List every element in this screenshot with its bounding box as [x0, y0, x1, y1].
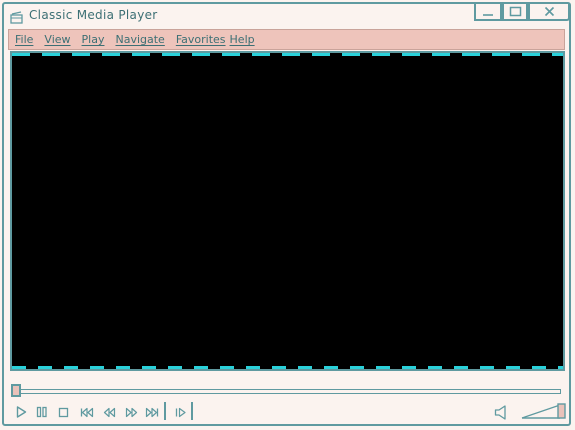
- skip-back-icon: [80, 407, 94, 417]
- speaker-icon: [494, 404, 506, 420]
- play-icon: [16, 406, 26, 418]
- minimize-button[interactable]: [474, 4, 502, 21]
- seek-handle[interactable]: [11, 384, 21, 397]
- volume-handle[interactable]: [557, 403, 566, 419]
- menu-view[interactable]: View: [44, 33, 70, 46]
- media-player-window: Classic Media Player File View Play Navi…: [2, 2, 571, 426]
- rewind-button[interactable]: [101, 405, 117, 419]
- video-area[interactable]: [10, 51, 565, 371]
- mute-button[interactable]: [492, 404, 508, 420]
- pause-button[interactable]: [35, 405, 49, 419]
- menu-help[interactable]: Help: [230, 33, 255, 46]
- volume-slider[interactable]: [520, 402, 566, 420]
- app-icon: [10, 9, 23, 24]
- controls-separator: [191, 402, 193, 420]
- close-icon: [544, 6, 554, 17]
- fast-forward-button[interactable]: [123, 405, 139, 419]
- close-button[interactable]: [528, 4, 570, 21]
- frame-step-button[interactable]: [173, 405, 189, 419]
- maximize-icon: [509, 6, 521, 17]
- seek-bar[interactable]: [14, 389, 561, 394]
- menu-file[interactable]: File: [15, 33, 33, 46]
- play-button[interactable]: [14, 405, 28, 419]
- title-bar[interactable]: Classic Media Player: [4, 4, 570, 28]
- stop-button[interactable]: [56, 405, 70, 419]
- menu-bar: File View Play Navigate Favorites Help: [8, 29, 565, 50]
- pause-icon: [36, 406, 47, 418]
- controls-separator: [164, 402, 166, 420]
- frame-step-icon: [175, 407, 186, 417]
- window-title: Classic Media Player: [29, 8, 158, 22]
- rewind-icon: [103, 407, 115, 417]
- next-button[interactable]: [144, 405, 160, 419]
- stop-icon: [58, 407, 68, 417]
- menu-favorites[interactable]: Favorites: [176, 33, 226, 46]
- menu-play[interactable]: Play: [82, 33, 105, 46]
- previous-button[interactable]: [79, 405, 95, 419]
- menu-navigate[interactable]: Navigate: [115, 33, 164, 46]
- fast-forward-icon: [125, 407, 137, 417]
- maximize-button[interactable]: [502, 4, 528, 21]
- minimize-icon: [483, 13, 493, 16]
- skip-forward-icon: [145, 407, 159, 417]
